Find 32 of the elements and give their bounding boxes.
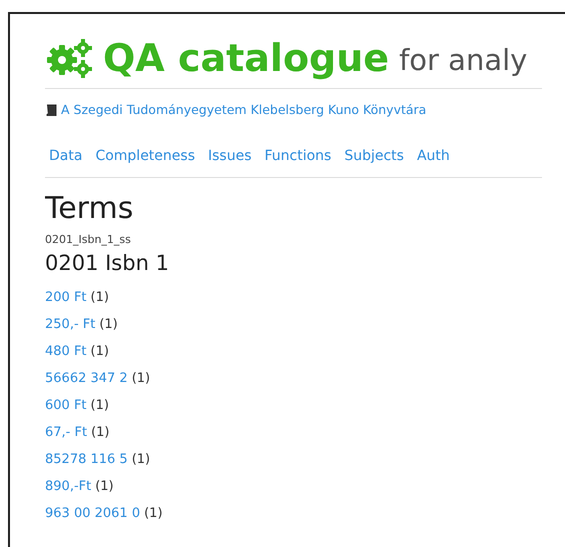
term-link[interactable]: 67,- Ft	[45, 423, 88, 442]
book-icon	[45, 104, 57, 116]
term-count: (1)	[144, 505, 163, 523]
nav-link[interactable]: Subjects	[344, 146, 404, 167]
library-link[interactable]: A Szegedi Tudományegyetem Klebelsberg Kuno Könyvtára	[61, 101, 426, 120]
term-count: (1)	[90, 343, 109, 361]
nav-link[interactable]: Issues	[208, 146, 252, 167]
nav-link[interactable]: Auth	[416, 146, 450, 167]
term-link[interactable]: 56662 347 2	[45, 369, 128, 388]
nav-link[interactable]: Completeness	[95, 146, 195, 167]
term-link[interactable]: 85278 116 5	[45, 450, 128, 470]
term-count: (1)	[90, 397, 109, 415]
term-link[interactable]: 250,- Ft	[45, 315, 96, 334]
field-id: 0201_Isbn_1_ss	[45, 232, 132, 248]
term-count: (1)	[95, 478, 114, 496]
term-link[interactable]: 963 00 2061 0	[45, 504, 140, 524]
site-title[interactable]: QA catalogue	[103, 34, 390, 82]
nav-link[interactable]: Functions	[264, 146, 332, 167]
term-link[interactable]: 890,-Ft	[45, 477, 92, 496]
term-count: (1)	[90, 289, 109, 307]
nav-link[interactable]: Data	[49, 146, 82, 167]
term-count: (1)	[99, 316, 118, 334]
field-heading: 0201 Isbn 1	[45, 250, 170, 278]
term-count: (1)	[132, 451, 150, 469]
term-count: (1)	[132, 370, 150, 388]
term-link[interactable]: 200 Ft	[45, 288, 87, 308]
gears-icon	[45, 36, 93, 80]
term-link[interactable]: 480 Ft	[45, 342, 87, 362]
term-count: (1)	[91, 424, 110, 442]
site-subtitle: for analy	[399, 42, 528, 79]
term-link[interactable]: 600 Ft	[45, 396, 87, 416]
page-title: Terms	[45, 190, 134, 228]
